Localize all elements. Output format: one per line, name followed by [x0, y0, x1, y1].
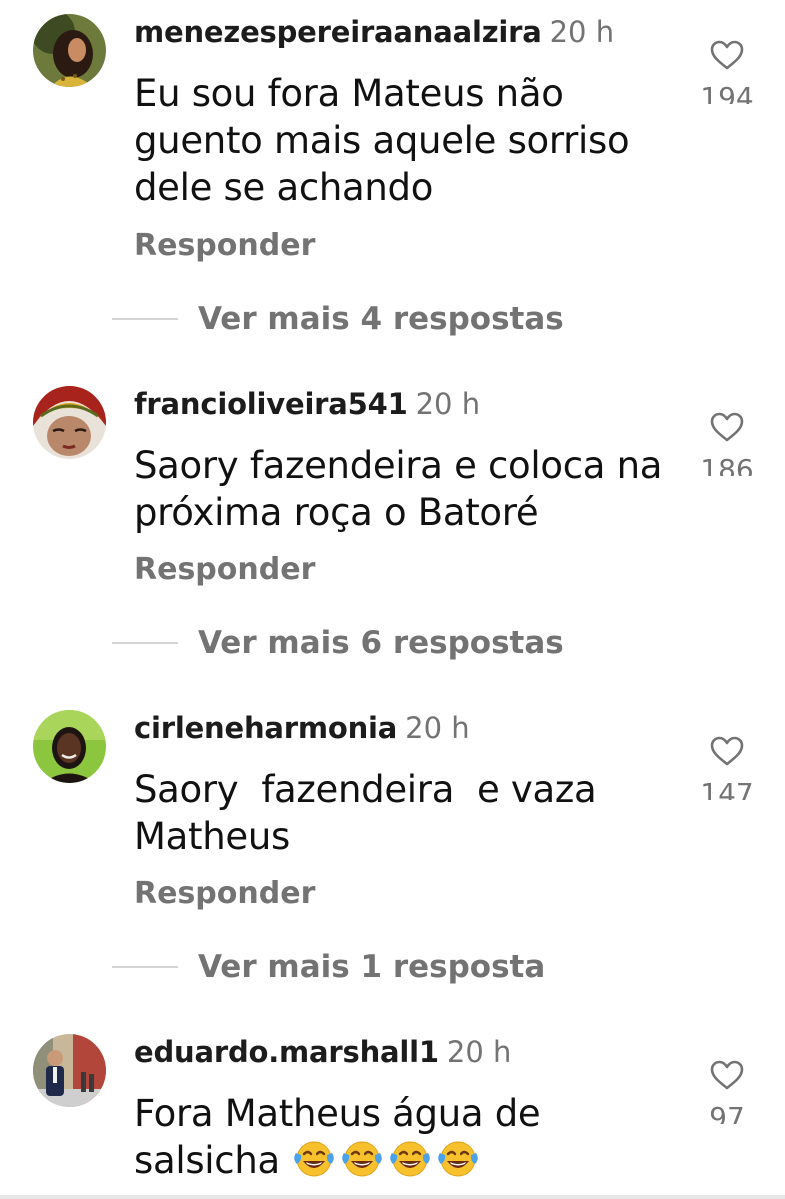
comment-header: eduardo.marshall1 20 h [134, 1034, 511, 1075]
comment-header: menezespereiraanaalzira 20 h [134, 14, 614, 55]
timestamp: 20 h [446, 1035, 512, 1069]
avatar[interactable] [33, 386, 106, 459]
view-more-replies[interactable]: Ver mais 1 resposta [112, 947, 545, 987]
emoji-row [291, 1139, 483, 1182]
like-count: 186 [700, 453, 754, 476]
heart-outline-icon[interactable] [710, 1060, 744, 1094]
like-count: 147 [700, 777, 754, 800]
view-more-replies-label: Ver mais 6 respostas [198, 625, 564, 661]
like-count: 194 [700, 81, 754, 104]
comment-text: Fora Matheus água de salsicha [134, 1090, 674, 1184]
timestamp: 20 h [415, 387, 481, 421]
heart-outline-icon[interactable] [710, 412, 744, 446]
reply-button[interactable]: Responder [134, 228, 315, 263]
comment-text: Saory fazendeira e coloca na próxima roç… [134, 444, 663, 534]
view-more-replies[interactable]: Ver mais 4 respostas [112, 299, 564, 339]
comment-text: Saory fazendeira e vaza Matheus [134, 768, 608, 858]
comment-text: Eu sou fora Mateus não guento mais aquel… [134, 72, 630, 209]
like-block: 147 [695, 736, 759, 800]
like-block: 194 [695, 40, 759, 104]
comment-header: cirleneharmonia 20 h [134, 710, 470, 751]
avatar[interactable] [33, 710, 106, 783]
avatar[interactable] [33, 14, 106, 87]
reply-button[interactable]: Responder [134, 552, 315, 587]
bottom-divider [0, 1195, 785, 1199]
username[interactable]: menezespereiraanaalzira [134, 15, 542, 49]
divider-line [112, 318, 178, 320]
like-count: 97 [709, 1101, 745, 1124]
heart-outline-icon[interactable] [710, 736, 744, 770]
username[interactable]: francioliveira541 [134, 387, 408, 421]
face-with-tears-of-joy-icon [342, 1141, 383, 1177]
username[interactable]: cirleneharmonia [134, 711, 397, 745]
face-with-tears-of-joy-icon [390, 1141, 431, 1177]
face-with-tears-of-joy-icon [294, 1141, 335, 1177]
like-block: 186 [695, 412, 759, 476]
reply-button[interactable]: Responder [134, 876, 315, 911]
view-more-replies-label: Ver mais 4 respostas [198, 301, 564, 337]
heart-outline-icon[interactable] [710, 40, 744, 74]
view-more-replies[interactable]: Ver mais 6 respostas [112, 623, 564, 663]
comment-header: francioliveira541 20 h [134, 386, 480, 427]
divider-line [112, 642, 178, 644]
username[interactable]: eduardo.marshall1 [134, 1035, 439, 1069]
like-block: 97 [695, 1060, 759, 1124]
view-more-replies-label: Ver mais 1 resposta [198, 949, 546, 985]
timestamp: 20 h [549, 15, 615, 49]
avatar[interactable] [33, 1034, 106, 1107]
timestamp: 20 h [405, 711, 470, 745]
divider-line [112, 966, 178, 968]
face-with-tears-of-joy-icon [438, 1141, 479, 1177]
